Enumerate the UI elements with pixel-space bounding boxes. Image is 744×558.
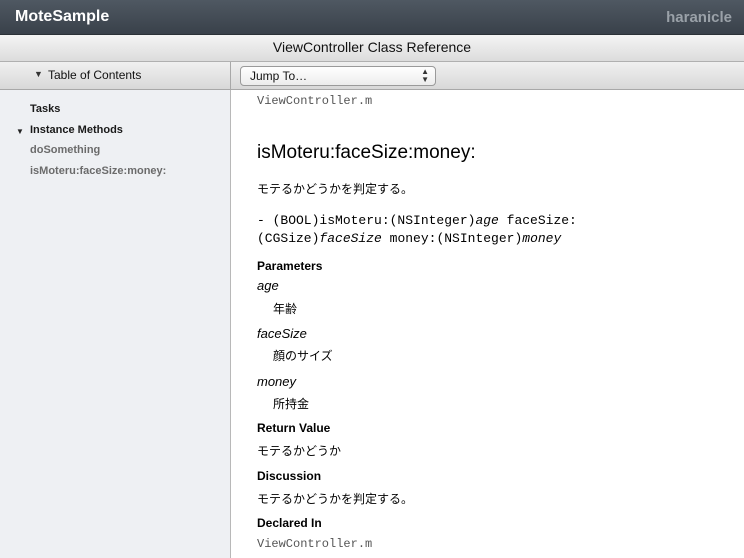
parameter-description: 年齢 (273, 302, 298, 316)
file-name-link[interactable]: ViewController.m (257, 94, 372, 108)
disclosure-triangle-down-icon: ▼ (34, 69, 43, 79)
parameter-description: 顔のサイズ (273, 349, 333, 363)
parameter-name: money (257, 374, 297, 389)
disclosure-triangle-down-icon[interactable]: ▼ (16, 127, 24, 136)
sidebar-item-instance-methods[interactable]: Instance Methods (30, 124, 123, 136)
parameter-name: age (257, 278, 279, 293)
toc-label: Table of Contents (48, 68, 142, 82)
return-value-heading: Return Value (257, 421, 331, 435)
app-title: MoteSample (15, 8, 110, 25)
declared-in-heading: Declared In (257, 516, 322, 530)
sidebar-item-dosomething[interactable]: doSomething (30, 144, 100, 156)
sidebar-item-ismoteru[interactable]: isMoteru:faceSize:money: (30, 165, 166, 177)
class-title-bar: ViewController Class Reference (0, 35, 744, 62)
return-value-text: モテるかどうか (257, 444, 342, 458)
jump-to-label: Jump To… (250, 69, 308, 83)
parameters-heading: Parameters (257, 259, 323, 273)
discussion-text: モテるかどうかを判定する。 (257, 492, 414, 506)
declaration-arg-age: age (475, 213, 499, 228)
declaration-arg-money: money (522, 231, 562, 246)
parameter-description: 所持金 (273, 397, 310, 411)
declaration-part: (CGSize) (257, 231, 320, 246)
declared-in-file-link[interactable]: ViewController.m (257, 537, 372, 551)
class-reference-title: ViewController Class Reference (272, 39, 472, 55)
method-title: isMoteru:faceSize:money: (257, 142, 476, 163)
discussion-heading: Discussion (257, 469, 322, 483)
up-down-arrows-icon: ▲ ▼ (421, 67, 429, 84)
declaration-part: faceSize: (498, 213, 577, 228)
parameter-name: faceSize (257, 326, 307, 341)
app-titlebar: MoteSample haranicle (0, 0, 744, 35)
table-of-contents-toggle[interactable]: ▼ Table of Contents (0, 62, 231, 89)
method-abstract: モテるかどうかを判定する。 (257, 182, 414, 196)
declaration-part: - (BOOL)isMoteru:(NSInteger) (257, 213, 476, 228)
declaration-arg-facesize: faceSize (319, 231, 382, 246)
method-declaration: - (BOOL)isMoteru:(NSInteger)age faceSize… (257, 212, 737, 248)
toolbar: ▼ Table of Contents Jump To… ▲ ▼ (0, 62, 744, 90)
company-name: haranicle (666, 9, 732, 26)
table-of-contents-sidebar: Tasks ▼ Instance Methods doSomething isM… (0, 90, 231, 558)
jump-to-select[interactable]: Jump To… ▲ ▼ (240, 66, 436, 86)
sidebar-item-tasks[interactable]: Tasks (30, 103, 60, 115)
declaration-part: money:(NSInteger) (381, 231, 523, 246)
